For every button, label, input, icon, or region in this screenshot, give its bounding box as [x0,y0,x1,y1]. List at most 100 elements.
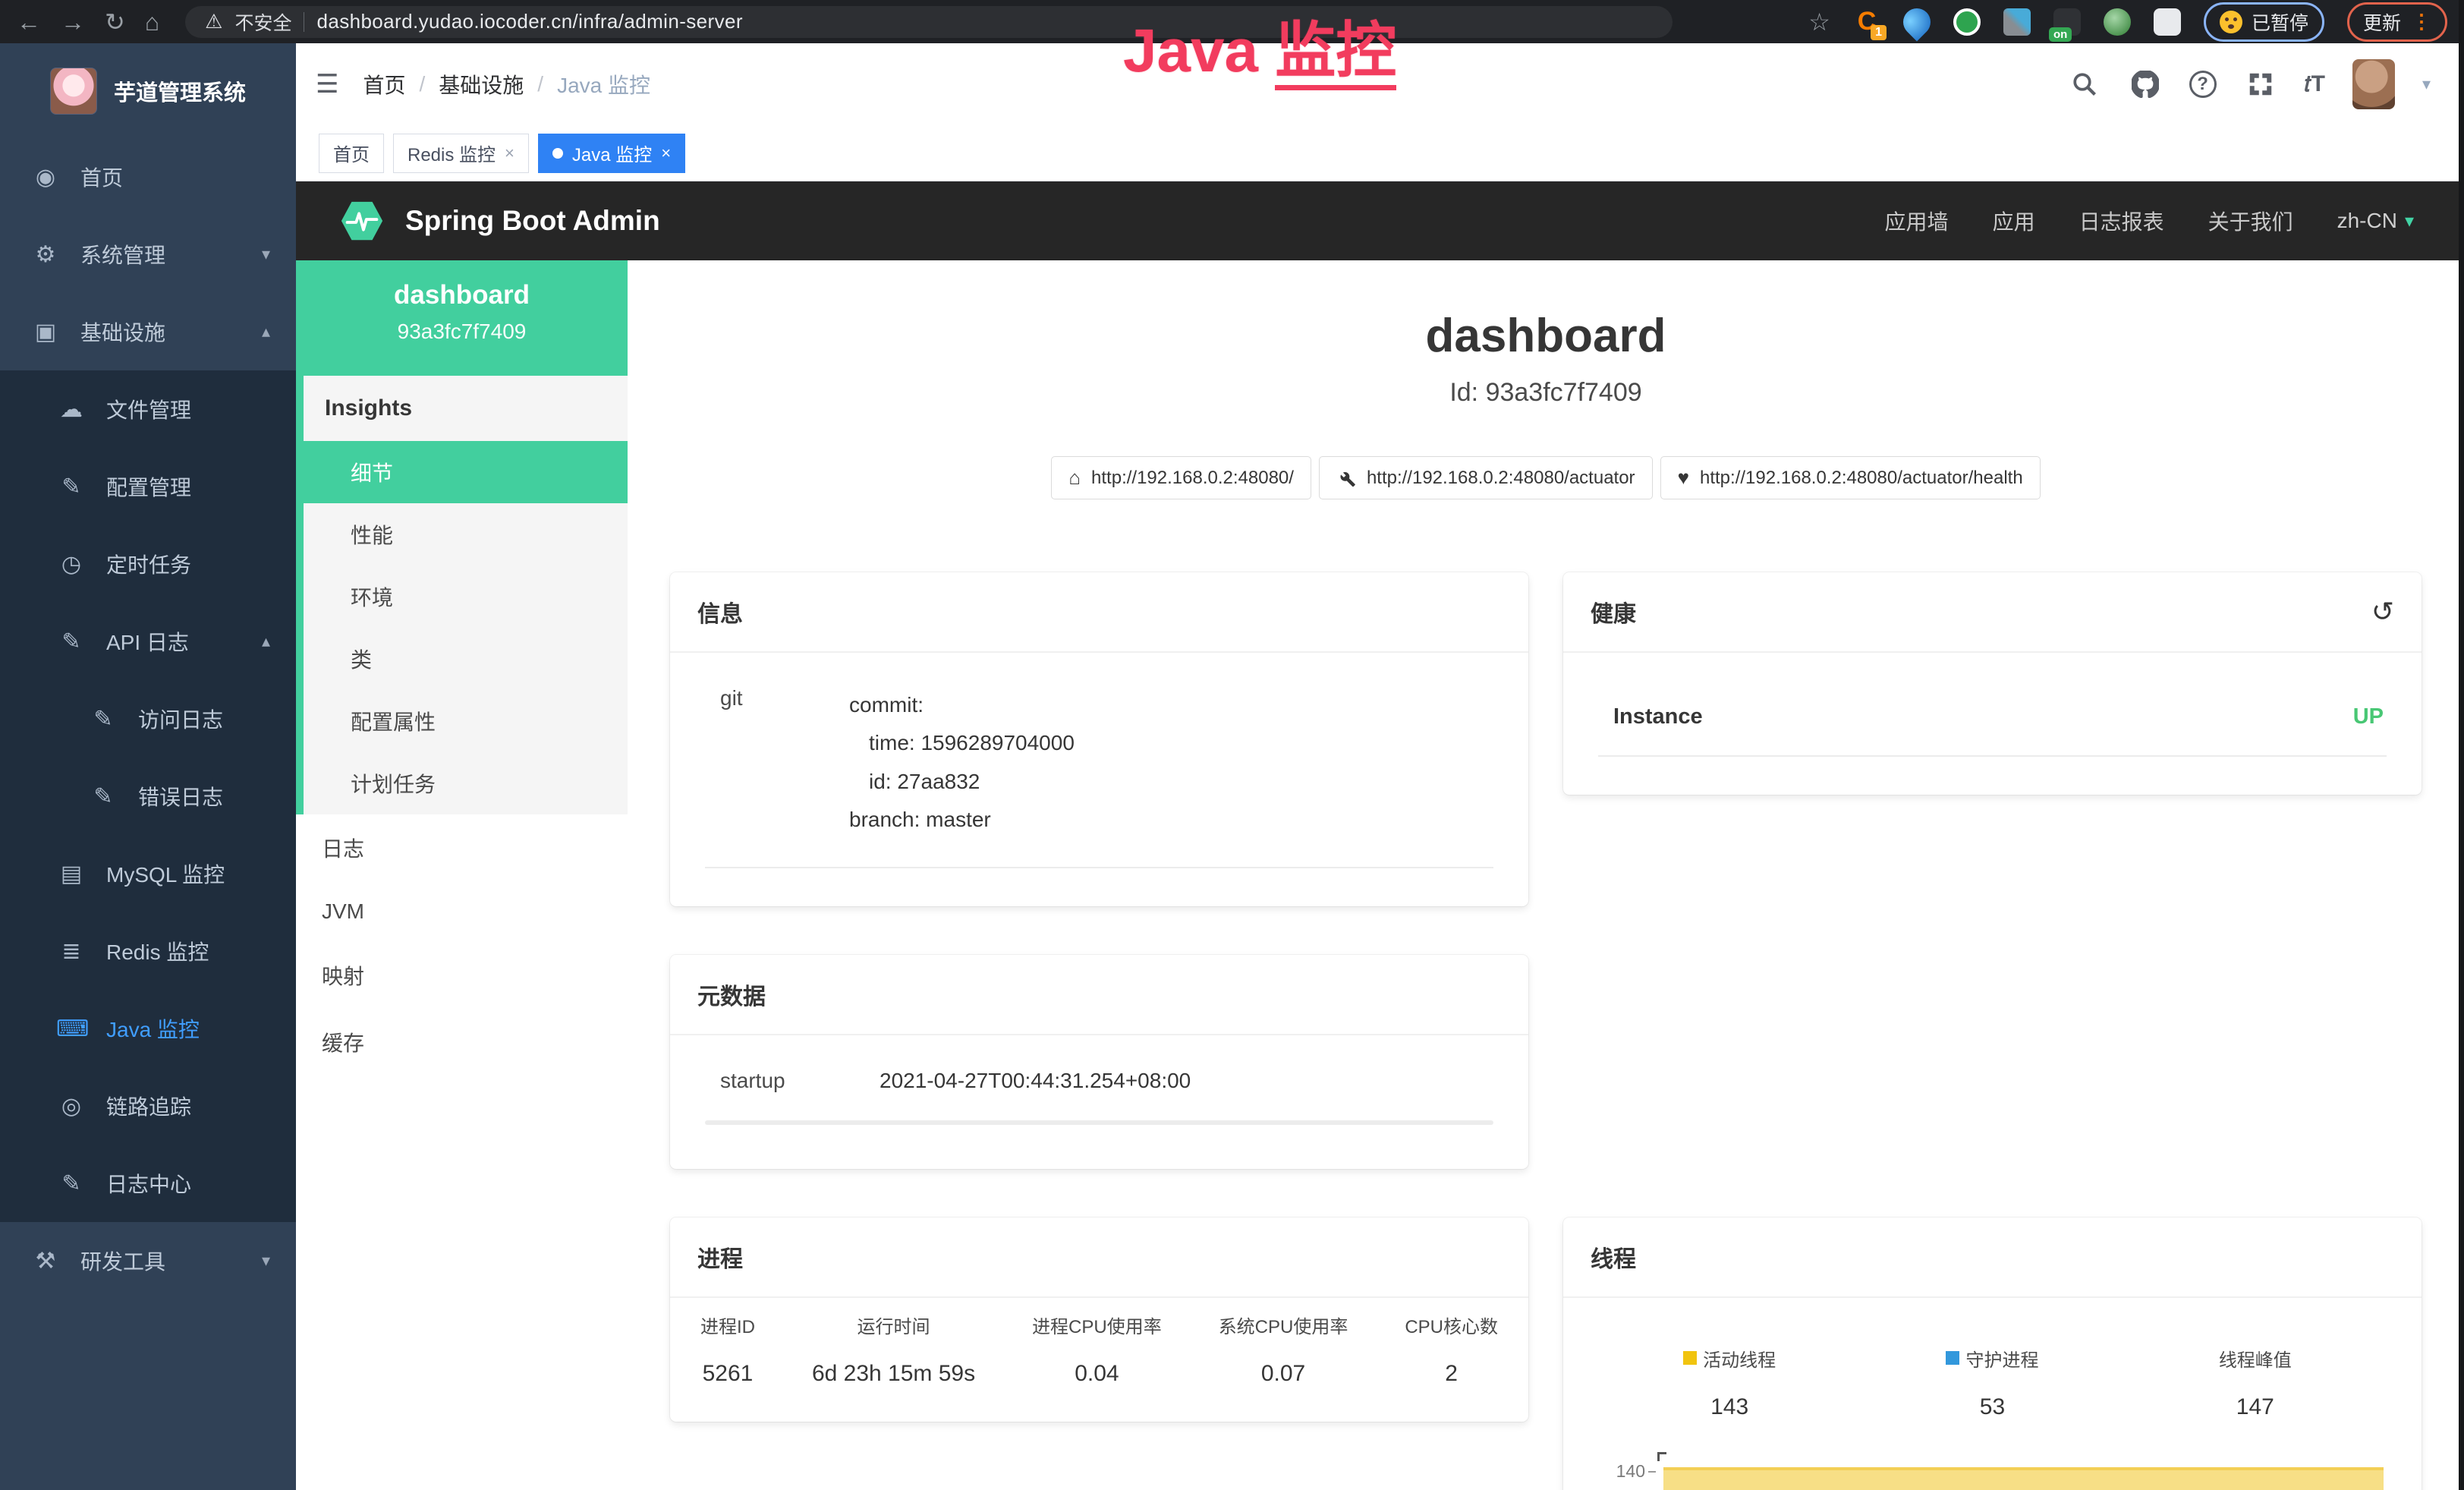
log-icon: ✎ [88,783,118,810]
sba-menu-environment[interactable]: 环境 [304,565,628,628]
back-icon[interactable]: ← [17,10,41,34]
sidebar-item-label: 日志中心 [106,1168,191,1199]
sidebar-item-api-logs[interactable]: ✎ API 日志 ▴ [0,603,296,680]
breadcrumb-home[interactable]: 首页 [363,69,405,99]
sidebar-item-log-center[interactable]: ✎ 日志中心 [0,1145,296,1222]
sba-app-header[interactable]: dashboard 93a3fc7f7409 [296,260,628,376]
layers-icon: ≣ [56,938,87,965]
close-icon[interactable]: × [505,143,515,163]
reload-icon[interactable]: ↻ [105,10,125,34]
kebab-menu-icon[interactable]: ⋮ [2412,10,2431,33]
extension-pin-icon[interactable] [1898,2,1937,41]
profile-paused-badge[interactable]: 已暂停 [2204,2,2324,42]
sidebar-item-label: 访问日志 [138,704,223,734]
sba-menu-metrics[interactable]: 性能 [304,503,628,565]
gear-icon: ⚙ [30,241,61,268]
annotation-java-monitor: Java 监控 [1123,2,1396,90]
user-avatar[interactable] [2352,59,2395,109]
avatar-caret-icon[interactable]: ▾ [2422,74,2431,94]
extension-grid-icon[interactable] [2003,8,2031,36]
breadcrumb-separator: / [537,72,543,96]
sba-menu-scheduled-tasks[interactable]: 计划任务 [304,752,628,814]
active-dot [552,148,563,159]
extension-colorzilla-icon[interactable]: C1 [1853,8,1880,36]
sba-logo-icon [338,197,385,244]
sba-nav-log-report[interactable]: 日志报表 [2079,206,2164,236]
app-logo[interactable]: 芋道管理系统 [0,43,296,138]
service-url-button[interactable]: ⌂ http://192.168.0.2:48080/ [1051,456,1311,499]
locale-select[interactable]: zh-CN ▾ [2337,209,2414,233]
sidebar-item-system[interactable]: ⚙ 系统管理 ▾ [0,216,296,293]
blue-swatch [1946,1351,1959,1365]
tab-home[interactable]: 首页 [319,134,384,173]
metadata-key: startup [720,1069,880,1093]
sidebar-item-infrastructure[interactable]: ▣ 基础设施 ▴ [0,293,296,370]
actuator-url-button[interactable]: http://192.168.0.2:48080/actuator [1319,456,1653,499]
extensions-puzzle-icon[interactable] [2154,8,2181,36]
health-url: http://192.168.0.2:48080/actuator/health [1700,468,2023,489]
sba-menu-details[interactable]: 细节 [296,441,628,503]
sba-menu-jvm[interactable]: JVM [296,881,628,942]
sidebar-item-tracing[interactable]: ◎ 链路追踪 [0,1067,296,1145]
github-icon[interactable] [2129,68,2162,101]
sidebar-item-redis-monitor[interactable]: ≣ Redis 监控 [0,912,296,990]
url-text: dashboard.yudao.iocoder.cn/infra/admin-s… [316,10,742,33]
heartbeat-icon: ♥ [1678,466,1689,490]
tab-java-monitor[interactable]: Java 监控 × [538,134,685,173]
sba-nav-about[interactable]: 关于我们 [2208,206,2293,236]
sidebar-item-home[interactable]: ◉ 首页 [0,138,296,216]
hamburger-icon[interactable]: ☰ [316,69,338,99]
threads-chart: 140 120 100 [1591,1452,2394,1490]
close-icon[interactable]: × [661,143,671,163]
sidebar-item-scheduled-tasks[interactable]: ◷ 定时任务 [0,525,296,603]
extension-y-icon[interactable] [1953,8,1981,36]
sba-nav-wallboard[interactable]: 应用墙 [1885,206,1949,236]
metadata-card-header: 元数据 [670,955,1528,1035]
edit-icon: ✎ [56,474,87,500]
health-row-instance[interactable]: Instance UP [1591,686,2394,751]
extension-switch-icon[interactable]: on [2053,8,2081,36]
history-icon[interactable]: ↺ [2371,596,2394,628]
health-url-button[interactable]: ♥ http://192.168.0.2:48080/actuator/heal… [1660,456,2041,499]
stat-uptime: 运行时间 6d 23h 15m 59s [812,1312,975,1387]
update-browser-button[interactable]: 更新 ⋮ [2347,2,2447,42]
bookmark-star-icon[interactable]: ☆ [1808,10,1830,34]
tags-view-bar: 首页 Redis 监控 × Java 监控 × [296,125,2464,181]
sba-menu-caches[interactable]: 缓存 [296,1009,628,1076]
breadcrumb-infrastructure[interactable]: 基础设施 [439,69,524,99]
card-title: 信息 [697,595,743,628]
sba-menu-classes[interactable]: 类 [304,628,628,690]
sidebar-item-file-management[interactable]: ☁ 文件管理 [0,370,296,448]
sba-menu-logs[interactable]: 日志 [296,814,628,881]
sba-sidebar: dashboard 93a3fc7f7409 Insights 细节 性能 环境… [296,260,628,1490]
tab-redis-monitor[interactable]: Redis 监控 × [393,134,529,173]
sidebar-item-dev-tools[interactable]: ⚒ 研发工具 ▾ [0,1222,296,1299]
window-edge [2459,0,2464,1490]
fullscreen-icon[interactable] [2244,68,2277,101]
sba-brand-title: Spring Boot Admin [405,205,660,237]
sidebar-item-label: API 日志 [106,626,189,657]
sidebar-item-config-management[interactable]: ✎ 配置管理 [0,448,296,525]
info-card: 信息 git commit: time: 1596289704000 id: 2… [670,572,1528,906]
instance-links: ⌂ http://192.168.0.2:48080/ http://192.1… [628,456,2464,499]
forward-icon[interactable]: → [61,10,85,34]
extension-leaf-icon[interactable] [2104,8,2131,36]
y-tick-140: 140 [1591,1461,1645,1482]
sidebar-item-access-logs[interactable]: ✎ 访问日志 [0,680,296,758]
sidebar-item-java-monitor[interactable]: ⌨ Java 监控 [0,990,296,1067]
address-bar[interactable]: ⚠ 不安全 dashboard.yudao.iocoder.cn/infra/a… [185,6,1673,38]
home-icon[interactable]: ⌂ [145,10,159,34]
search-icon[interactable] [2068,68,2101,101]
sidebar-item-error-logs[interactable]: ✎ 错误日志 [0,758,296,835]
app-title: 芋道管理系统 [114,75,246,107]
sba-nav-applications[interactable]: 应用 [1993,206,2035,236]
chevron-up-icon: ▴ [262,632,270,651]
sidebar-item-mysql-monitor[interactable]: ▤ MySQL 监控 [0,835,296,912]
font-size-icon[interactable]: 𝑡T [2305,71,2325,97]
breadcrumb: 首页 / 基础设施 / Java 监控 [363,69,650,99]
help-icon[interactable]: ? [2189,71,2217,98]
chevron-down-icon: ▾ [262,244,270,264]
process-card: 进程 进程ID 5261 运行时间 6d 23h 15m 59s [670,1218,1528,1422]
sba-menu-mappings[interactable]: 映射 [296,942,628,1009]
sba-menu-config-props[interactable]: 配置属性 [304,690,628,752]
